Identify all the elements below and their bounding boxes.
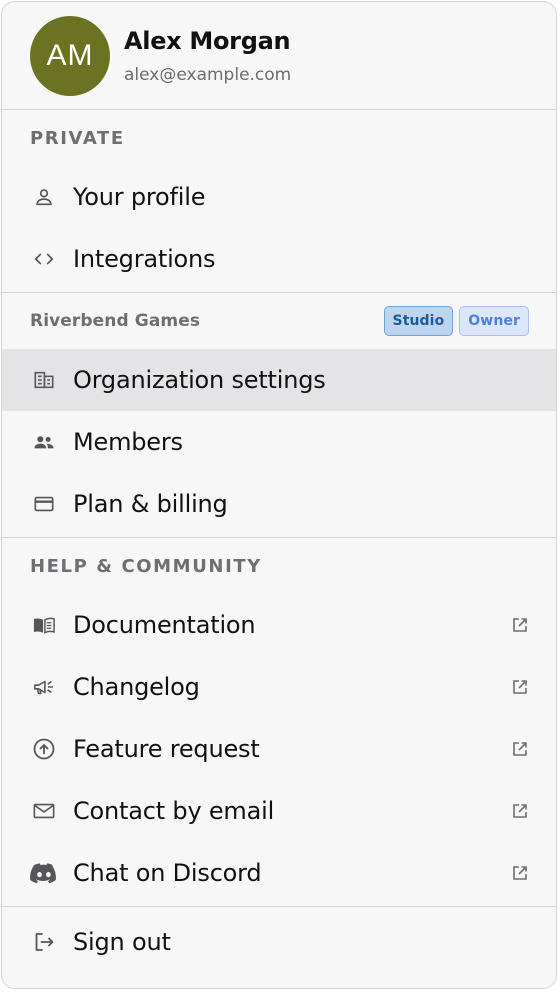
- menu-item-contact-email[interactable]: Contact by email: [2, 780, 556, 842]
- menu-item-your-profile[interactable]: Your profile: [2, 166, 556, 228]
- external-link-icon: [510, 739, 530, 759]
- user-email: alex@example.com: [124, 64, 292, 85]
- user-icon: [30, 183, 58, 211]
- org-header: Riverbend Games Studio Owner: [2, 293, 556, 349]
- megaphone-icon: [30, 673, 58, 701]
- menu-item-label: Documentation: [73, 611, 256, 639]
- external-link-icon: [510, 801, 530, 821]
- sign-out-label: Sign out: [73, 928, 171, 956]
- menu-item-plan-billing[interactable]: Plan & billing: [2, 473, 556, 535]
- menu-item-label: Chat on Discord: [73, 859, 262, 887]
- account-menu: AM Alex Morgan alex@example.com PRIVATE …: [1, 1, 557, 989]
- book-icon: [30, 611, 58, 639]
- users-icon: [30, 428, 58, 456]
- menu-item-label: Members: [73, 428, 183, 456]
- external-link-icon: [510, 863, 530, 883]
- menu-item-label: Feature request: [73, 735, 260, 763]
- badge-owner: Owner: [459, 306, 529, 336]
- menu-item-label: Contact by email: [73, 797, 275, 825]
- avatar: AM: [30, 15, 110, 96]
- section-private: PRIVATE Your profile Integrations: [2, 110, 556, 293]
- external-link-icon: [510, 677, 530, 697]
- menu-item-label: Organization settings: [73, 366, 326, 394]
- menu-item-label: Changelog: [73, 673, 200, 701]
- section-title-private: PRIVATE: [30, 127, 125, 149]
- credit-card-icon: [30, 490, 58, 518]
- badge-studio: Studio: [383, 306, 454, 336]
- menu-item-members[interactable]: Members: [2, 411, 556, 473]
- sign-out-icon: [30, 928, 58, 956]
- menu-item-documentation[interactable]: Documentation: [2, 594, 556, 656]
- user-header: AM Alex Morgan alex@example.com: [2, 2, 556, 110]
- menu-item-label: Plan & billing: [73, 490, 228, 518]
- user-info: Alex Morgan alex@example.com: [124, 27, 291, 85]
- discord-icon: [30, 859, 58, 887]
- building-icon: [30, 366, 58, 394]
- menu-item-feature-request[interactable]: Feature request: [2, 718, 556, 780]
- org-name: Riverbend Games: [30, 311, 201, 331]
- user-name: Alex Morgan: [124, 26, 291, 55]
- org-badges: Studio Owner: [383, 306, 529, 336]
- menu-item-label: Integrations: [73, 245, 216, 273]
- menu-item-discord[interactable]: Chat on Discord: [2, 842, 556, 904]
- menu-item-organization-settings[interactable]: Organization settings: [2, 349, 556, 411]
- menu-item-integrations[interactable]: Integrations: [2, 228, 556, 290]
- section-organization: Riverbend Games Studio Owner Organizatio…: [2, 293, 556, 538]
- menu-item-changelog[interactable]: Changelog: [2, 656, 556, 718]
- mail-icon: [30, 797, 58, 825]
- external-link-icon: [510, 615, 530, 635]
- section-footer: Sign out: [2, 907, 556, 973]
- menu-item-label: Your profile: [73, 183, 206, 211]
- sign-out-button[interactable]: Sign out: [2, 911, 556, 973]
- section-title-help: HELP & COMMUNITY: [30, 555, 262, 577]
- arrow-up-circle-icon: [30, 735, 58, 763]
- section-help: HELP & COMMUNITY Documentation Changelog…: [2, 538, 556, 907]
- code-icon: [30, 245, 58, 273]
